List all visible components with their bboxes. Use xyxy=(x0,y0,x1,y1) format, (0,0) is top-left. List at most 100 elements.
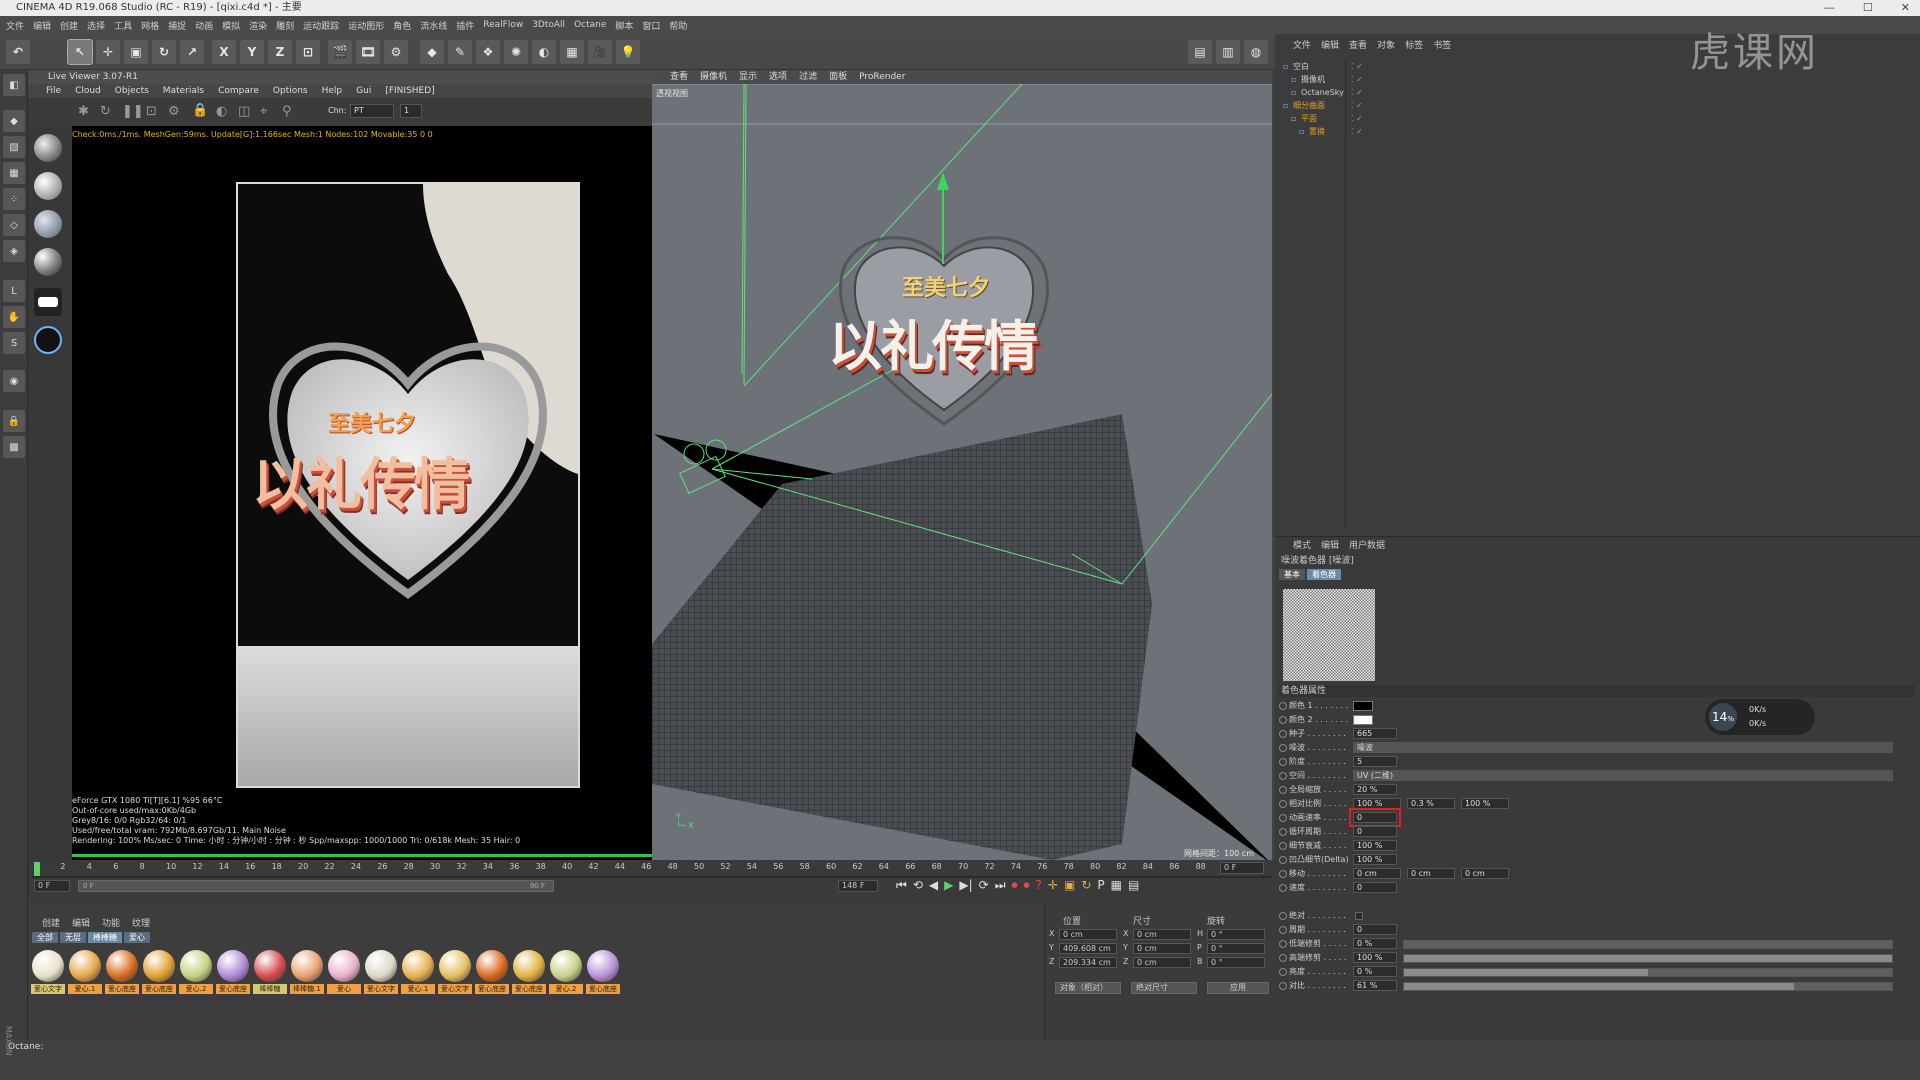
animate-toggle-icon[interactable] xyxy=(1279,842,1287,850)
move-key-icon[interactable]: ✛ xyxy=(1048,878,1058,893)
object-row[interactable]: ▫ 置换 ⁚ ✓ xyxy=(1275,125,1920,138)
attribute-field[interactable]: 100 % xyxy=(1353,798,1401,809)
select-tool-icon[interactable]: ↖ xyxy=(67,39,93,65)
attribute-menu-item[interactable]: 编辑 xyxy=(1321,539,1339,553)
attribute-field[interactable]: 0 xyxy=(1353,924,1397,935)
channel-number[interactable]: 1 xyxy=(400,104,422,118)
menu-item[interactable]: 插件 xyxy=(456,19,474,32)
attribute-field[interactable]: 100 % xyxy=(1461,798,1509,809)
material-ball[interactable] xyxy=(476,950,508,982)
region-icon[interactable]: ⊡ xyxy=(146,104,157,119)
object-menu-item[interactable]: 书签 xyxy=(1433,39,1451,53)
object-menu-item[interactable]: 标签 xyxy=(1405,39,1423,53)
attribute-field[interactable]: 0 cm xyxy=(1461,868,1509,879)
attribute-field[interactable]: 0 cm xyxy=(1407,868,1455,879)
animate-toggle-icon[interactable] xyxy=(1279,744,1287,752)
viewport-menu-item[interactable]: 面板 xyxy=(829,70,847,84)
material-menu-item[interactable]: 创建 xyxy=(42,916,60,929)
attribute-field[interactable]: 61 % xyxy=(1353,980,1397,991)
menu-item[interactable]: RealFlow xyxy=(483,20,523,30)
animate-toggle-icon[interactable] xyxy=(1279,912,1287,920)
lv-menu-item[interactable]: Options xyxy=(273,84,308,98)
maximize-button[interactable]: ☐ xyxy=(1863,0,1873,16)
attribute-field[interactable]: 0 xyxy=(1353,882,1397,893)
material-tab[interactable]: 全部 xyxy=(32,932,58,943)
animate-toggle-icon[interactable] xyxy=(1279,814,1287,822)
menu-item[interactable]: 捕捉 xyxy=(168,19,186,32)
coord-pos[interactable]: 409.608 cm xyxy=(1059,943,1117,954)
send-scene-icon[interactable]: ✱ xyxy=(78,104,89,119)
glossy-material-icon[interactable] xyxy=(34,172,62,200)
menu-item[interactable]: 创建 xyxy=(60,19,78,32)
diffuse-material-icon[interactable] xyxy=(34,134,62,162)
material-menu-item[interactable]: 功能 xyxy=(102,916,120,929)
menu-item[interactable]: 选择 xyxy=(87,19,105,32)
attribute-field[interactable]: 0 % xyxy=(1353,966,1397,977)
attribute-menu-item[interactable]: 模式 xyxy=(1293,539,1311,553)
viewport-menu-item[interactable]: 摄像机 xyxy=(700,70,727,84)
visibility-toggle-icon[interactable]: ⁚ ✓ xyxy=(1351,86,1363,99)
coord-size[interactable]: 0 cm xyxy=(1133,929,1191,940)
polygons-mode-icon[interactable]: ◈ xyxy=(3,240,25,262)
coord-rot[interactable]: 0 ° xyxy=(1207,929,1265,940)
grid-icon[interactable]: ▩ xyxy=(3,436,25,458)
menu-item[interactable]: Octane xyxy=(574,20,606,30)
current-frame-field[interactable]: 0 F xyxy=(1220,862,1264,874)
animate-toggle-icon[interactable] xyxy=(1279,716,1287,724)
panel-icon[interactable]: ▥ xyxy=(1216,40,1240,64)
material-ball[interactable] xyxy=(143,950,175,982)
visibility-toggle-icon[interactable]: ⁚ ✓ xyxy=(1351,112,1363,125)
material-ball[interactable] xyxy=(439,950,471,982)
rotate-key-icon[interactable]: ↻ xyxy=(1081,878,1091,893)
channel-select[interactable]: PT xyxy=(350,104,394,118)
viewport-menu-item[interactable]: 显示 xyxy=(739,70,757,84)
lv-menu-item[interactable]: Gui xyxy=(356,84,371,98)
play-icon[interactable]: ▶ xyxy=(944,878,953,893)
menu-item[interactable]: 角色 xyxy=(393,19,411,32)
focus-picker-icon[interactable]: ⌖ xyxy=(260,104,267,119)
menu-item[interactable]: 编辑 xyxy=(33,19,51,32)
coord-rot[interactable]: 0 ° xyxy=(1207,943,1265,954)
attribute-tab[interactable]: 基本 xyxy=(1279,569,1305,580)
move-tool-icon[interactable]: ✛ xyxy=(96,40,120,64)
lock-icon[interactable]: 🔒 xyxy=(192,103,208,118)
attribute-field[interactable]: 20 % xyxy=(1353,784,1397,795)
attribute-tab[interactable]: 着色器 xyxy=(1307,569,1341,580)
color-picker-icon[interactable]: ◐ xyxy=(216,104,227,119)
size-mode-select[interactable]: 绝对尺寸 xyxy=(1131,982,1197,994)
attribute-menu-item[interactable]: 用户数据 xyxy=(1349,539,1385,553)
material-ball[interactable] xyxy=(254,950,286,982)
close-button[interactable]: ✕ xyxy=(1901,0,1910,16)
range-slider[interactable]: 0 F 90 F xyxy=(78,880,554,892)
object-row[interactable]: ▫ 摄像机 ⁚ ✓ xyxy=(1275,73,1920,86)
prev-frame-icon[interactable]: ◀ xyxy=(929,878,938,893)
restart-icon[interactable]: ↻ xyxy=(100,104,111,119)
snap-icon[interactable]: S xyxy=(3,332,25,354)
attribute-field[interactable]: 100 % xyxy=(1353,952,1397,963)
scale-key-icon[interactable]: ▣ xyxy=(1064,878,1075,893)
axis-mode-icon[interactable]: L xyxy=(3,280,25,302)
playhead[interactable] xyxy=(34,862,40,876)
material-ball[interactable] xyxy=(291,950,323,982)
material-tab[interactable]: 爱心 xyxy=(124,932,150,943)
color-swatch[interactable] xyxy=(1353,701,1373,711)
render-settings-icon[interactable]: ⚙ xyxy=(384,40,408,64)
animate-toggle-icon[interactable] xyxy=(1279,758,1287,766)
material-tab[interactable]: 棒棒糖 xyxy=(88,932,122,943)
coord-size[interactable]: 0 cm xyxy=(1133,957,1191,968)
material-ball[interactable] xyxy=(402,950,434,982)
material-menu-item[interactable]: 编辑 xyxy=(72,916,90,929)
animate-toggle-icon[interactable] xyxy=(1279,870,1287,878)
record-icon[interactable]: ⏺ xyxy=(1012,878,1018,893)
menu-item[interactable]: 文件 xyxy=(6,19,24,32)
viewport-menu-item[interactable]: 查看 xyxy=(670,70,688,84)
menu-item[interactable]: 帮助 xyxy=(669,19,687,32)
material-ball[interactable] xyxy=(180,950,212,982)
scale-tool-icon[interactable]: ▣ xyxy=(124,40,148,64)
menu-item[interactable]: 渲染 xyxy=(249,19,267,32)
points-mode-icon[interactable]: ⁘ xyxy=(3,188,25,210)
lv-menu-item[interactable]: Cloud xyxy=(75,84,101,98)
attribute-field[interactable]: 665 xyxy=(1353,728,1397,739)
make-editable-icon[interactable]: ◧ xyxy=(3,74,25,96)
coord-system-icon[interactable]: ⊡ xyxy=(296,40,320,64)
